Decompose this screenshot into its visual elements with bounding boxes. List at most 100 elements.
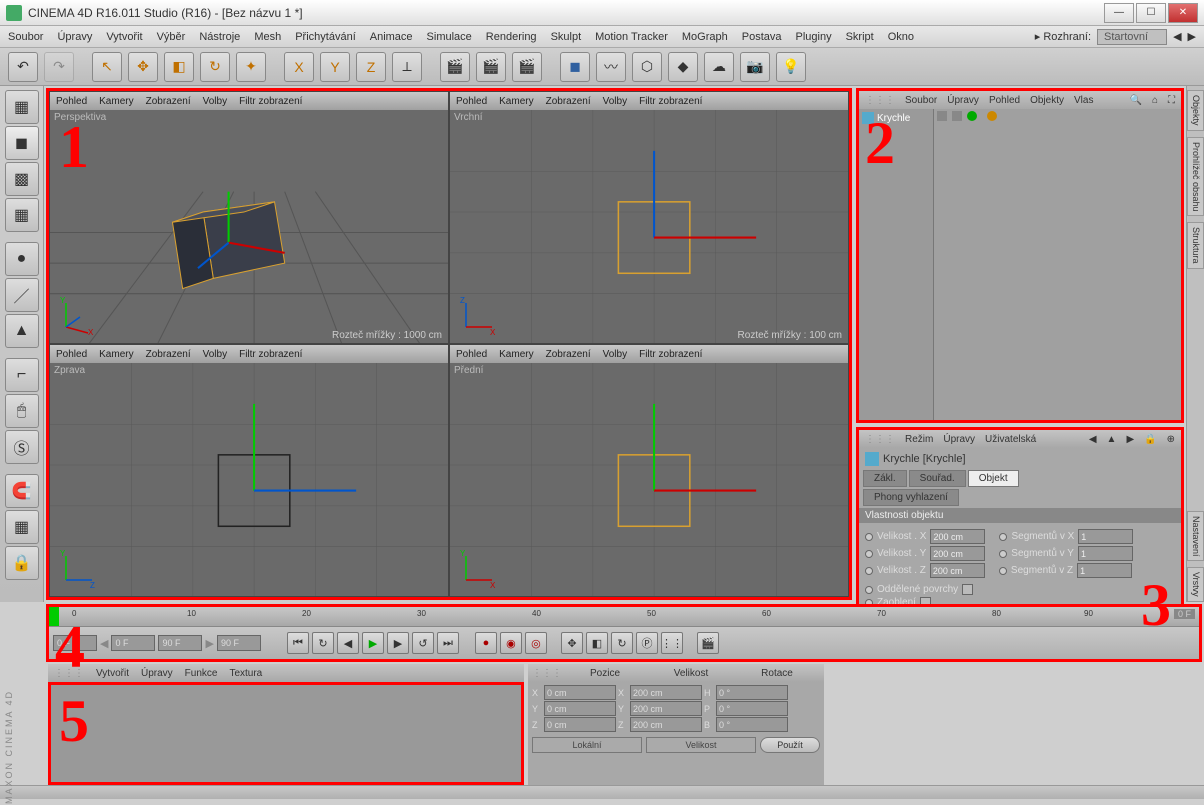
matmgr-menu-item[interactable]: Funkce xyxy=(185,668,218,679)
layout-prev-icon[interactable]: ◀ xyxy=(1173,30,1181,43)
end-frame-input[interactable] xyxy=(217,635,261,651)
pos-y-input[interactable] xyxy=(544,701,616,716)
start-frame-input[interactable] xyxy=(53,635,97,651)
loop-button[interactable]: ↻ xyxy=(312,632,334,654)
tab-phong[interactable]: Phong vyhlazení xyxy=(863,489,959,506)
objmgr-menu-item[interactable]: Objekty xyxy=(1030,95,1064,106)
workplane-button[interactable]: ▦ xyxy=(5,198,39,232)
rot-h-input[interactable] xyxy=(716,685,788,700)
record-button[interactable]: ● xyxy=(475,632,497,654)
object-row[interactable]: Krychle xyxy=(861,111,931,125)
new-icon[interactable]: ⊕ xyxy=(1167,434,1175,445)
menu-item[interactable]: Přichytávání xyxy=(295,31,356,43)
tab-settings[interactable]: Nastavení xyxy=(1187,511,1204,562)
add-spline-button[interactable]: 〰 xyxy=(596,52,626,82)
size-x-input[interactable] xyxy=(630,685,702,700)
magnet-button[interactable]: 🧲 xyxy=(5,474,39,508)
matmgr-menu-item[interactable]: Úpravy xyxy=(141,668,173,679)
render-view-button[interactable]: 🎬 xyxy=(440,52,470,82)
object-tags[interactable] xyxy=(934,109,1181,420)
home-icon[interactable]: ⌂ xyxy=(1152,95,1158,106)
keyframe-dot[interactable] xyxy=(999,567,1007,575)
vp-menu-item[interactable]: Volby xyxy=(203,349,227,360)
objmgr-menu-item[interactable]: Pohled xyxy=(989,95,1020,106)
vp-menu-item[interactable]: Kamery xyxy=(499,96,533,107)
vp-menu-item[interactable]: Zobrazení xyxy=(546,96,591,107)
attrmgr-menu-item[interactable]: Režim xyxy=(905,434,933,445)
goto-end-button[interactable]: ⏭ xyxy=(437,632,459,654)
vp-menu-item[interactable]: Kamery xyxy=(99,96,133,107)
material-area[interactable]: 5 xyxy=(48,682,524,785)
menu-item[interactable]: Skript xyxy=(846,31,874,43)
add-camera-button[interactable]: 📷 xyxy=(740,52,770,82)
lock-button[interactable]: 🔒 xyxy=(5,546,39,580)
texture-mode-button[interactable]: ▩ xyxy=(5,162,39,196)
vp-menu-item[interactable]: Volby xyxy=(603,349,627,360)
menu-item[interactable]: MoGraph xyxy=(682,31,728,43)
viewport-perspective[interactable]: Pohled Kamery Zobrazení Volby Filtr zobr… xyxy=(49,91,449,344)
matmgr-menu-item[interactable]: Vytvořit xyxy=(96,668,129,679)
axis-button[interactable]: ⌐ xyxy=(5,358,39,392)
snap-button[interactable]: Ⓢ xyxy=(5,430,39,464)
keyframe-dot[interactable] xyxy=(865,567,873,575)
vp-menu-item[interactable]: Zobrazení xyxy=(146,96,191,107)
maximize-button[interactable]: ☐ xyxy=(1136,3,1166,23)
seg-y-input[interactable] xyxy=(1078,546,1133,561)
axis-y-toggle[interactable]: Y xyxy=(320,52,350,82)
add-environment-button[interactable]: ☁ xyxy=(704,52,734,82)
menu-item[interactable]: Motion Tracker xyxy=(595,31,668,43)
add-light-button[interactable]: 💡 xyxy=(776,52,806,82)
rot-b-input[interactable] xyxy=(716,717,788,732)
maximize-icon[interactable]: ⛶ xyxy=(1168,95,1175,106)
vp-menu-item[interactable]: Filtr zobrazení xyxy=(239,96,302,107)
edge-mode-button[interactable]: ／ xyxy=(5,278,39,312)
tweak-button[interactable]: 🖱 xyxy=(5,394,39,428)
vp-menu-item[interactable]: Pohled xyxy=(456,349,487,360)
seg-x-input[interactable] xyxy=(1078,529,1133,544)
axis-z-toggle[interactable]: Z xyxy=(356,52,386,82)
vp-menu-item[interactable]: Zobrazení xyxy=(146,349,191,360)
attrmgr-menu-item[interactable]: Uživatelská xyxy=(985,434,1036,445)
menu-item[interactable]: Úpravy xyxy=(57,31,92,43)
model-mode-button[interactable]: ◼ xyxy=(5,126,39,160)
attrmgr-menu-item[interactable]: Úpravy xyxy=(943,434,975,445)
keyframe-dot[interactable] xyxy=(999,550,1007,558)
menu-item[interactable]: Okno xyxy=(888,31,914,43)
size-y-input[interactable] xyxy=(630,701,702,716)
tab-objects[interactable]: Objekty xyxy=(1187,90,1204,131)
key-pla-button[interactable]: ⋮⋮ xyxy=(661,632,683,654)
nav-back-icon[interactable]: ◀ xyxy=(1089,434,1097,445)
tab-coord[interactable]: Souřad. xyxy=(909,470,966,487)
viewport-top[interactable]: Pohled Kamery Zobrazení Volby Filtr zobr… xyxy=(449,91,849,344)
keyframe-selection-button[interactable]: ◎ xyxy=(525,632,547,654)
menu-item[interactable]: Skulpt xyxy=(551,31,582,43)
make-editable-button[interactable]: ▦ xyxy=(5,90,39,124)
size-z-input[interactable] xyxy=(930,563,985,578)
separate-surfaces-checkbox[interactable] xyxy=(962,584,973,595)
pos-x-input[interactable] xyxy=(544,685,616,700)
viewport-front[interactable]: Pohled Kamery Zobrazení Volby Filtr zobr… xyxy=(449,344,849,597)
menu-item[interactable]: Postava xyxy=(742,31,782,43)
last-tool[interactable]: ✦ xyxy=(236,52,266,82)
phong-tag-icon[interactable] xyxy=(987,111,997,121)
menu-item[interactable]: Výběr xyxy=(157,31,186,43)
minimize-button[interactable]: — xyxy=(1104,3,1134,23)
undo-button[interactable]: ↶ xyxy=(8,52,38,82)
timeline-settings-button[interactable]: 🎬 xyxy=(697,632,719,654)
close-button[interactable]: ✕ xyxy=(1168,3,1198,23)
seg-z-input[interactable] xyxy=(1077,563,1132,578)
object-tree[interactable]: Krychle xyxy=(859,109,934,420)
objmgr-menu-item[interactable]: Soubor xyxy=(905,95,937,106)
object-name[interactable]: Krychle xyxy=(877,113,910,124)
key-params-button[interactable]: Ⓟ xyxy=(636,632,658,654)
keyframe-dot[interactable] xyxy=(865,533,873,541)
size-z-input[interactable] xyxy=(630,717,702,732)
vp-menu-item[interactable]: Pohled xyxy=(456,96,487,107)
rotate-tool[interactable]: ↻ xyxy=(200,52,230,82)
tab-object[interactable]: Objekt xyxy=(968,470,1019,487)
vp-menu-item[interactable]: Zobrazení xyxy=(546,349,591,360)
add-generator-button[interactable]: ⬡ xyxy=(632,52,662,82)
tab-basic[interactable]: Zákl. xyxy=(863,470,907,487)
vp-menu-item[interactable]: Volby xyxy=(603,96,627,107)
point-mode-button[interactable]: ● xyxy=(5,242,39,276)
